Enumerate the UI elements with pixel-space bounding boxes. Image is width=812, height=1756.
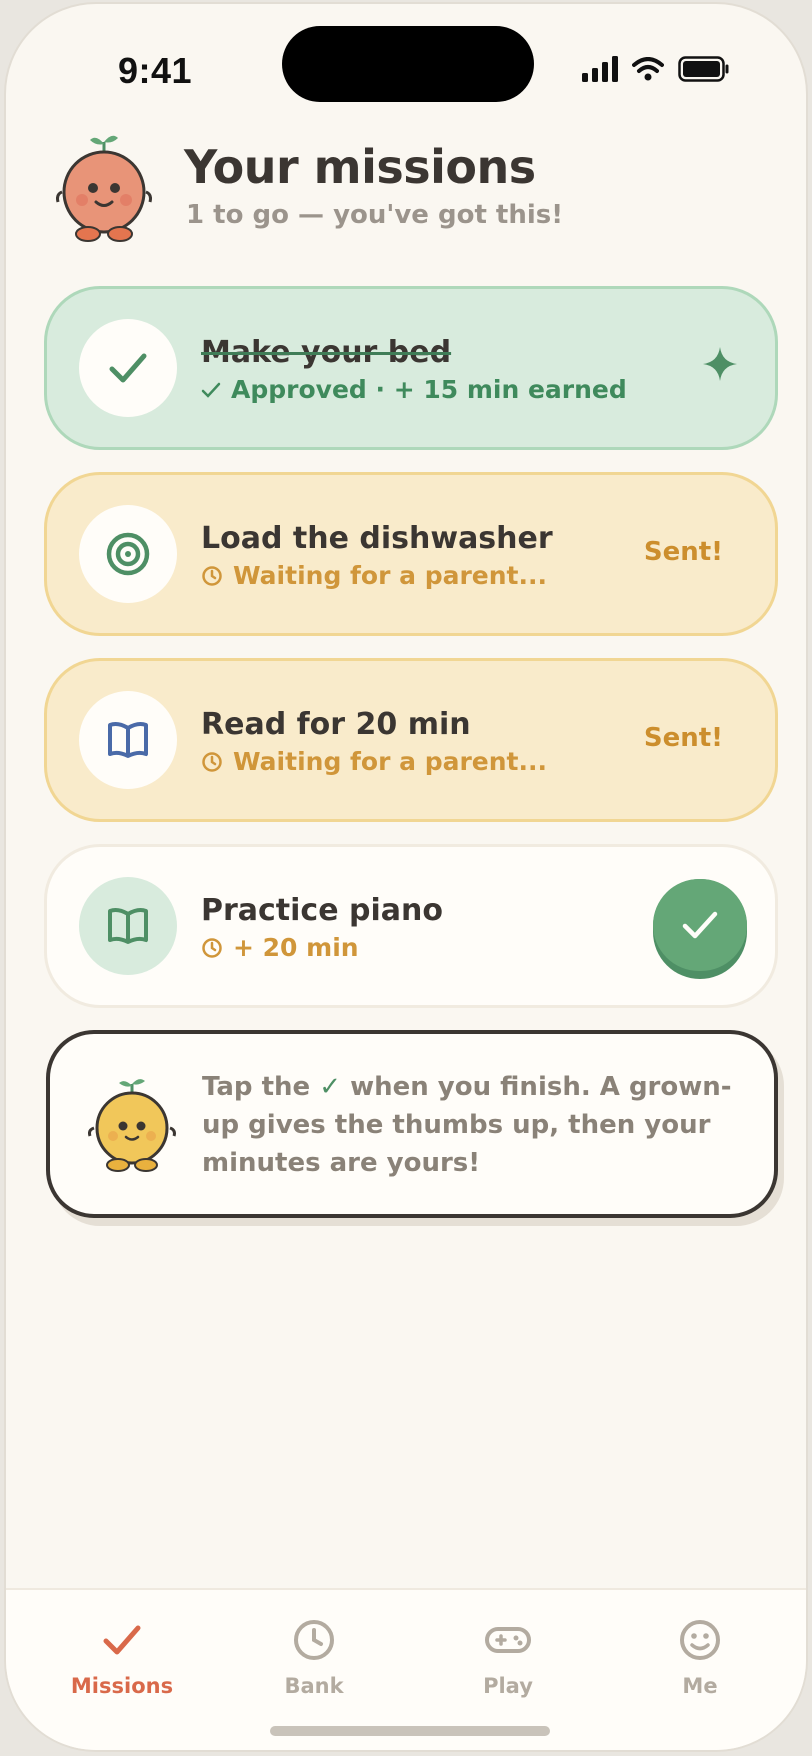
mission-icon-circle (79, 691, 177, 789)
signal-icon (582, 56, 618, 82)
home-indicator[interactable] (270, 1726, 550, 1736)
tab-play[interactable]: Play (448, 1618, 568, 1698)
dynamic-island (282, 26, 534, 102)
small-check-icon (201, 382, 221, 398)
sent-badge: Sent! (643, 537, 723, 567)
hint-card: Tap the ✓ when you finish. A grown-up gi… (46, 1030, 778, 1218)
mission-card-read[interactable]: Read for 20 min Waiting for a parent... … (44, 658, 778, 822)
check-icon (682, 911, 718, 939)
mission-reward-text: + 20 min (233, 933, 359, 962)
book-icon (108, 908, 148, 944)
mission-title: Make your bed (201, 335, 452, 370)
status-icons (582, 56, 730, 82)
page-title: Your missions (184, 140, 536, 194)
mission-card-piano[interactable]: Practice piano + 20 min (44, 844, 778, 1008)
check-icon (109, 353, 147, 383)
complete-button-face (653, 879, 747, 971)
clock-icon (202, 937, 222, 958)
mission-status-text: Approved · + 15 min earned (231, 375, 627, 404)
tab-label: Missions (70, 1674, 174, 1698)
status-time: 9:41 (118, 50, 193, 91)
hint-text-start: Tap the (202, 1072, 320, 1102)
tab-label: Play (483, 1674, 533, 1698)
book-icon (108, 722, 148, 758)
smiley-icon (680, 1620, 720, 1660)
target-icon (106, 532, 150, 576)
tab-bank[interactable]: Bank (254, 1618, 374, 1698)
mission-icon-circle (79, 877, 177, 975)
sent-badge: Sent! (643, 723, 723, 753)
tab-me[interactable]: Me (640, 1618, 760, 1698)
sparkle-icon (703, 347, 737, 381)
mission-title: Load the dishwasher (201, 521, 553, 556)
clock-icon (202, 565, 222, 586)
tab-label: Bank (284, 1674, 344, 1698)
check-icon (103, 1625, 141, 1655)
hint-text: Tap the ✓ when you finish. A grown-up gi… (202, 1068, 742, 1182)
phone-screen: 9:41 Your missions 1 to go — you've got … (4, 2, 808, 1752)
mission-card-make-bed[interactable]: Make your bed Approved · + 15 min earned (44, 286, 778, 450)
helper-mascot-icon (88, 1079, 176, 1172)
check-icon: ✓ (319, 1072, 342, 1102)
mission-title: Read for 20 min (201, 707, 471, 742)
mission-reward: + 20 min (201, 933, 359, 962)
clock-icon (202, 751, 222, 772)
mission-status: Waiting for a parent... (201, 561, 547, 590)
mission-icon-circle (79, 319, 177, 417)
mission-title: Practice piano (201, 893, 443, 928)
mission-status-text: Waiting for a parent... (233, 747, 547, 776)
mission-status-text: Waiting for a parent... (233, 561, 547, 590)
complete-mission-button[interactable] (653, 879, 747, 979)
mission-status: Approved · + 15 min earned (201, 375, 627, 404)
page-subtitle: 1 to go — you've got this! (186, 200, 564, 230)
battery-icon (678, 56, 729, 82)
mission-card-dishwasher[interactable]: Load the dishwasher Waiting for a parent… (44, 472, 778, 636)
tab-missions[interactable]: Missions (62, 1618, 182, 1698)
mascot-icon (56, 135, 152, 242)
gamepad-icon (485, 1627, 531, 1653)
mission-status: Waiting for a parent... (201, 747, 547, 776)
mission-icon-circle (79, 505, 177, 603)
clock-icon (294, 1620, 334, 1660)
wifi-icon (632, 57, 664, 81)
tab-label: Me (682, 1674, 718, 1698)
